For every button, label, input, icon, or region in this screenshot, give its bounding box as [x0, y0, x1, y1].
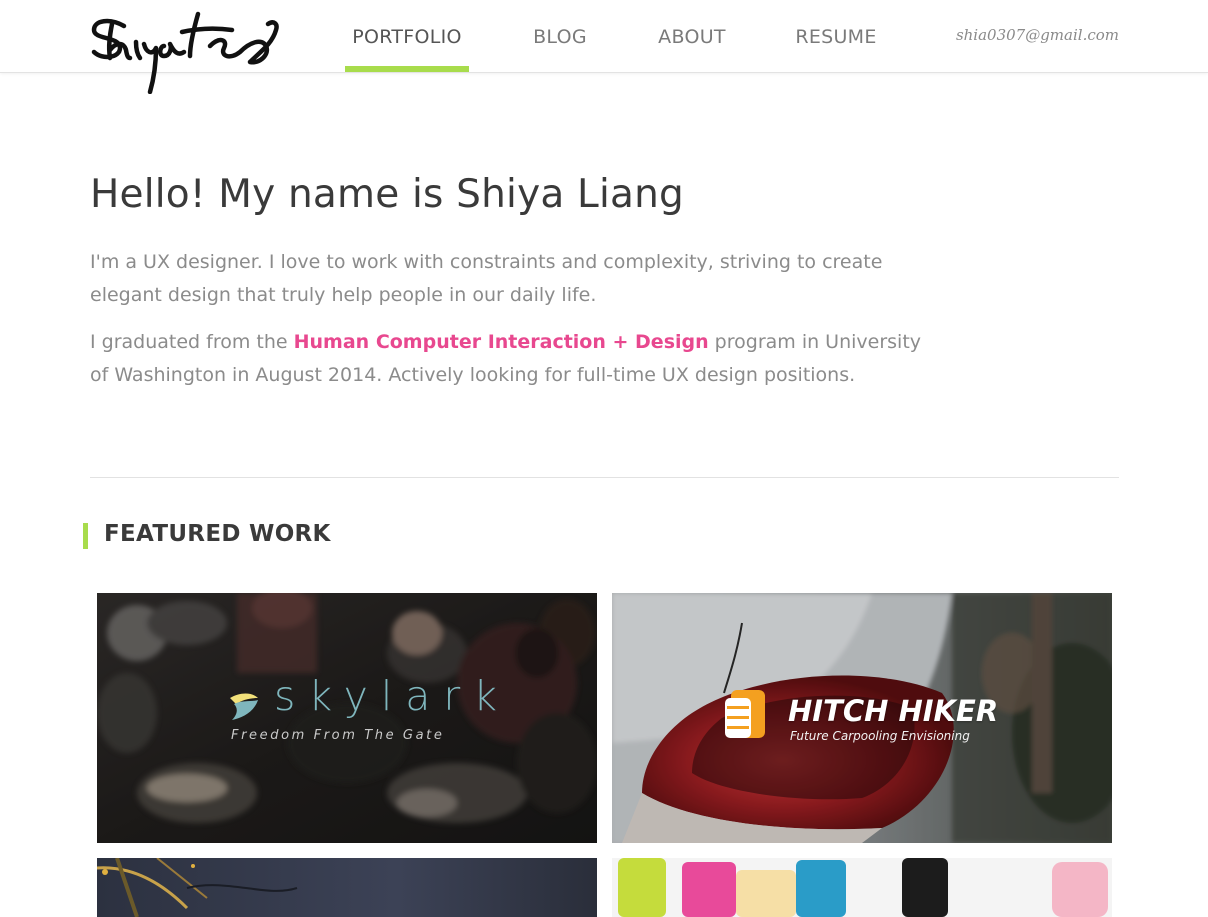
nav-portfolio[interactable]: PORTFOLIO — [345, 0, 469, 72]
skylark-tagline: Freedom From The Gate — [231, 728, 445, 743]
hitch-hiker-tagline: Future Carpooling Envisioning — [790, 729, 970, 743]
project-card-4[interactable] — [612, 858, 1112, 917]
page-title: Hello! My name is Shiya Liang — [90, 172, 684, 217]
email-link[interactable]: shia0307@gmail.com — [956, 26, 1119, 44]
site-header: PORTFOLIO BLOG ABOUT RESUME shia0307@gma… — [0, 0, 1208, 94]
project-3-cover-image — [97, 858, 597, 917]
nav-active-indicator — [345, 66, 469, 72]
project-card-3[interactable] — [97, 858, 597, 917]
intro-text-before-link: I graduated from the — [90, 331, 294, 353]
intro-paragraph-1: I'm a UX designer. I love to work with c… — [90, 251, 883, 306]
signature-logo[interactable] — [90, 6, 282, 94]
nav-blog[interactable]: BLOG — [521, 0, 599, 72]
section-divider — [90, 477, 1119, 478]
hcid-program-link[interactable]: Human Computer Interaction + Design — [294, 331, 709, 353]
intro-paragraph-2: I graduated from the Human Computer Inte… — [90, 326, 940, 392]
hitch-hiker-title: HITCH HIKER — [788, 694, 999, 728]
featured-work-heading: FEATURED WORK — [104, 521, 331, 547]
nav-resume[interactable]: RESUME — [783, 0, 889, 72]
skylark-title: skylark — [274, 672, 511, 720]
hitch-hiker-thumb-icon — [725, 690, 765, 738]
project-4-cover-image — [612, 858, 1112, 917]
nav-about[interactable]: ABOUT — [646, 0, 738, 72]
section-accent-bar — [83, 523, 88, 549]
